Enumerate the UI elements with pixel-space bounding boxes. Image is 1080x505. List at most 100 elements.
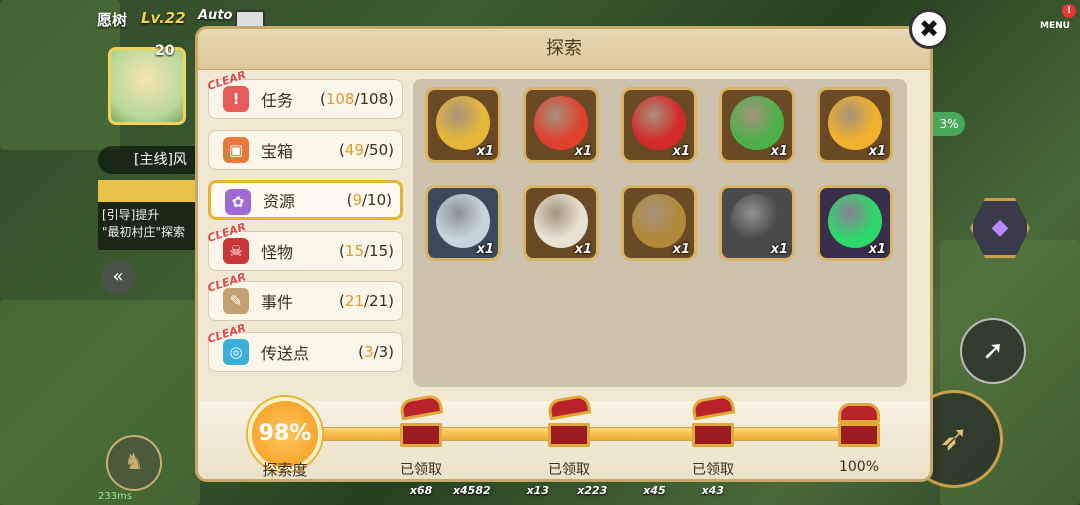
quest-hint: [引导]提升 <box>102 208 160 222</box>
terrain-block <box>0 300 200 505</box>
chest-lid <box>398 393 444 421</box>
teleport-icon: ◎ <box>223 338 249 365</box>
monster-icon: ☠ <box>223 237 249 264</box>
reward-chest-icon[interactable] <box>544 393 594 451</box>
main-quest-label[interactable]: [主线]风 <box>98 146 208 174</box>
chest-body <box>838 423 880 447</box>
category-tab[interactable]: ✿ 资源 (9/10) <box>208 180 403 220</box>
category-count: (21/21) <box>339 292 394 310</box>
crystal-item[interactable]: x1 <box>817 185 893 261</box>
item-quantity: x1 <box>868 144 886 159</box>
menu-label: MENU <box>1040 21 1070 31</box>
resource-icon: ✿ <box>225 189 251 215</box>
item-quantity: x1 <box>574 144 592 159</box>
item-quantity: x1 <box>770 144 788 159</box>
item-quantity: x1 <box>476 242 494 257</box>
category-label: 任务 <box>261 91 294 110</box>
ore-item[interactable]: x1 <box>621 185 697 261</box>
hotbar-count[interactable]: x223 <box>555 484 613 505</box>
close-button[interactable]: ✖ <box>909 9 949 49</box>
reward-chest-icon[interactable] <box>688 393 738 451</box>
wheat-icon <box>436 96 490 150</box>
chest-body <box>548 423 590 447</box>
quest-hint-detail: "最初村庄"探索 <box>102 225 186 239</box>
spider-web-item[interactable]: x1 <box>425 185 501 261</box>
item-quantity: x1 <box>672 144 690 159</box>
portrait-level: 20 <box>155 43 175 59</box>
hotbar-count[interactable]: x43 <box>672 484 730 505</box>
progress-label: 探索度 <box>262 461 308 479</box>
reward-label: 已领取 <box>400 462 442 478</box>
category-count: (15/15) <box>339 241 394 260</box>
honeycomb-icon <box>828 96 882 150</box>
ore-icon <box>632 194 686 248</box>
stone-item[interactable]: x1 <box>719 185 795 261</box>
category-count: (9/10) <box>346 191 392 209</box>
item-quantity: x1 <box>868 242 886 257</box>
side-progress: 3% <box>933 112 965 136</box>
chest-body <box>692 423 734 447</box>
category-label: 事件 <box>261 293 294 312</box>
category-tab[interactable]: ☠ CLEAR 怪物 (15/15) <box>206 220 403 271</box>
mushroom-item[interactable]: x1 <box>621 87 697 163</box>
crystal-icon <box>828 194 882 248</box>
chest-body <box>400 423 442 447</box>
player-name: 愿树 <box>97 11 128 29</box>
egg-item[interactable]: x1 <box>523 185 599 261</box>
chest-lid <box>546 393 592 421</box>
dialog-title: 探索 <box>198 29 930 70</box>
category-label: 宝箱 <box>261 141 294 161</box>
category-count: (3/3) <box>358 342 394 361</box>
quest-icon: ! <box>223 86 249 112</box>
reward-label: 已领取 <box>692 462 734 478</box>
menu-button[interactable]: MENU ! <box>1034 4 1076 34</box>
category-label: 怪物 <box>261 242 294 262</box>
hotbar-count[interactable]: x45 <box>613 484 671 505</box>
wheat-item[interactable]: x1 <box>425 87 501 163</box>
jump-icon[interactable]: ➚ <box>960 318 1026 384</box>
item-quantity: x1 <box>770 242 788 257</box>
chest-icon: ▣ <box>223 136 249 163</box>
category-count: (49/50) <box>339 140 394 159</box>
category-tab[interactable]: ◎ CLEAR 传送点 (3/3) <box>206 321 403 372</box>
tomato-item[interactable]: x1 <box>523 87 599 163</box>
honeycomb-item[interactable]: x1 <box>817 87 893 163</box>
player-level: Lv.22 <box>141 9 186 27</box>
category-tab[interactable]: ! CLEAR 任务 (108/108) <box>206 68 403 119</box>
reward-chest-icon[interactable] <box>396 393 446 451</box>
category-list: ! CLEAR 任务 (108/108) ▣ 宝箱 (49/50) ✿ 资源 (9/10) ☠ CLE… <box>206 68 403 382</box>
reward-chest-icon[interactable] <box>834 401 884 451</box>
item-quantity: x1 <box>574 242 592 257</box>
herb-icon <box>730 96 784 150</box>
hotbar-count[interactable]: x4582 <box>438 484 496 505</box>
stone-icon <box>730 194 784 248</box>
herb-item[interactable]: x1 <box>719 87 795 163</box>
hotbar-count[interactable]: x68 <box>380 484 438 505</box>
category-count: (108/108) <box>319 90 394 108</box>
spider-web-icon <box>436 194 490 248</box>
egg-icon <box>534 194 588 248</box>
item-quantity: x1 <box>672 242 690 257</box>
chest-lid <box>690 393 736 421</box>
item-quantity: x1 <box>476 144 494 159</box>
mushroom-icon <box>632 96 686 150</box>
auto-button[interactable]: Auto <box>198 8 232 23</box>
progress-footer: 98% 探索度 已领取 已领取 已领取 100% <box>198 393 930 479</box>
category-tab[interactable]: ▣ 宝箱 (49/50) <box>208 129 403 170</box>
event-icon: ✎ <box>223 288 249 314</box>
quest-panel[interactable]: [引导]提升 "最初村庄"探索 <box>98 180 208 250</box>
resource-grid: x1 x1 x1 x1 x1 x1 x1 x1 x1 x1 <box>413 79 907 387</box>
explore-dialog: 探索 ! CLEAR 任务 (108/108) ▣ 宝箱 (49/50) ✿ 资源 (9/10) ☠… <box>195 26 933 482</box>
mount-icon[interactable]: ♞ <box>106 435 162 491</box>
collapse-icon[interactable]: « <box>101 260 135 294</box>
network-ping: 233ms <box>98 491 133 502</box>
menu-alert-badge: ! <box>1062 4 1076 18</box>
category-tab[interactable]: ✎ CLEAR 事件 (21/21) <box>206 270 403 321</box>
reward-label: 100% <box>838 459 880 475</box>
tomato-icon <box>534 96 588 150</box>
category-label: 传送点 <box>261 343 310 363</box>
category-label: 资源 <box>263 192 296 211</box>
hotbar: x68 x4582 x13 x223 x45 x43 <box>380 484 730 505</box>
chest-lid <box>838 403 880 423</box>
hotbar-count[interactable]: x13 <box>497 484 555 505</box>
